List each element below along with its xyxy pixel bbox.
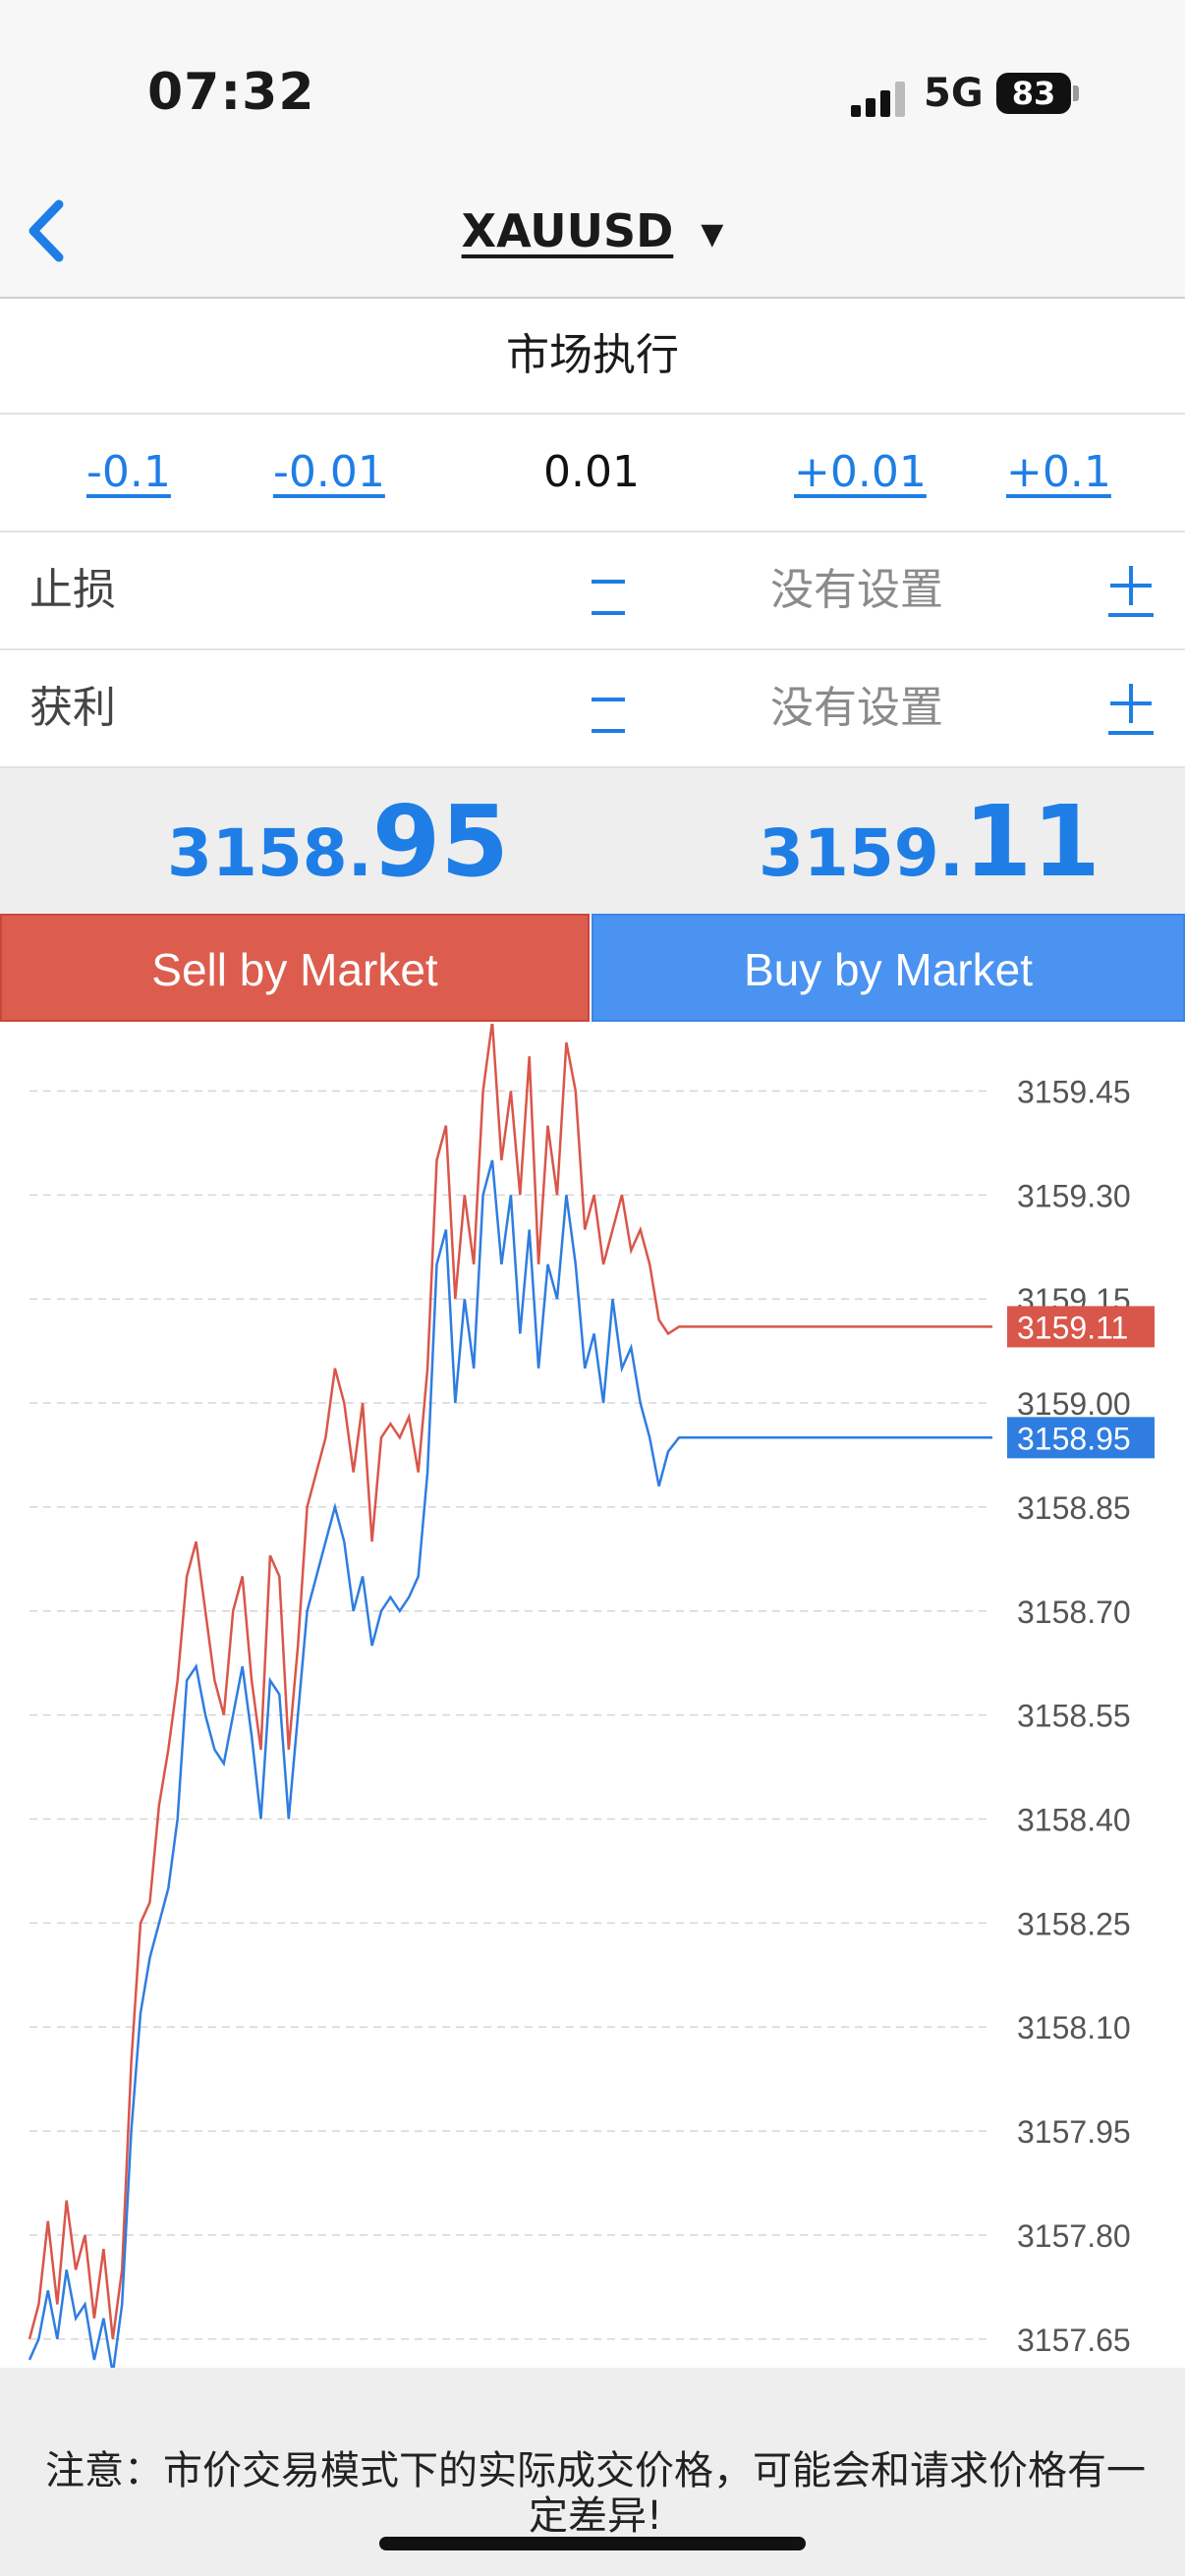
ask-line xyxy=(28,1024,992,2340)
network-label: 5G xyxy=(924,71,984,116)
symbol-selector[interactable]: XAUUSD ▼ xyxy=(0,204,1185,257)
y-tick-label: 3158.55 xyxy=(1017,1699,1131,1734)
y-tick-label: 3157.95 xyxy=(1017,2114,1131,2150)
stop-loss-row: 止损 没有设置 xyxy=(0,532,1185,650)
bid-price-tag-label: 3158.95 xyxy=(1017,1421,1131,1456)
volume-value[interactable]: 0.01 xyxy=(543,415,640,531)
bid-price-prefix: 3158. xyxy=(167,815,372,891)
clock: 07:32 xyxy=(147,63,315,122)
y-tick-label: 3158.10 xyxy=(1017,2010,1131,2045)
tick-chart: 3159.453159.303159.153159.003158.853158.… xyxy=(28,1024,1155,2370)
price-panel: 3158.95 3159.11 xyxy=(0,768,1185,914)
volume-plus-0.01-button[interactable]: +0.01 xyxy=(794,415,927,531)
battery-tip xyxy=(1073,85,1079,101)
stop-loss-label: 止损 xyxy=(29,565,116,615)
ask-price-prefix: 3159. xyxy=(759,815,964,891)
symbol-title: XAUUSD xyxy=(461,204,674,257)
y-tick-label: 3158.40 xyxy=(1017,1803,1131,1838)
bid-line xyxy=(28,1159,992,2370)
status-bar: 07:32 5G 83 xyxy=(0,0,1185,167)
y-tick-label: 3157.65 xyxy=(1017,2323,1131,2358)
volume-plus-0.1-button[interactable]: +0.1 xyxy=(1006,415,1111,531)
volume-minus-0.1-button[interactable]: -0.1 xyxy=(86,415,171,531)
bid-price-suffix: 95 xyxy=(371,784,509,899)
home-indicator xyxy=(379,2537,806,2550)
y-tick-label: 3158.25 xyxy=(1017,1906,1131,1941)
sell-by-market-button[interactable]: Sell by Market xyxy=(0,914,590,1022)
y-tick-label: 3159.45 xyxy=(1017,1074,1131,1109)
ask-price: 3159.11 xyxy=(759,784,1100,899)
y-tick-label: 3158.70 xyxy=(1017,1595,1131,1630)
y-tick-label: 3158.85 xyxy=(1017,1490,1131,1526)
volume-minus-0.01-button[interactable]: -0.01 xyxy=(273,415,385,531)
volume-row: -0.1 -0.01 0.01 +0.01 +0.1 xyxy=(0,415,1185,532)
stop-loss-minus-button[interactable] xyxy=(590,564,627,617)
nav-bar: XAUUSD ▼ xyxy=(0,167,1185,299)
signal-icon xyxy=(851,82,906,117)
battery-icon: 83 xyxy=(996,73,1071,114)
take-profit-value[interactable]: 没有设置 xyxy=(770,650,943,766)
execution-mode[interactable]: 市场执行 xyxy=(0,299,1185,415)
y-tick-label: 3157.80 xyxy=(1017,2218,1131,2254)
stop-loss-value[interactable]: 没有设置 xyxy=(770,532,943,648)
buy-by-market-button[interactable]: Buy by Market xyxy=(592,914,1185,1022)
ask-price-tag-label: 3159.11 xyxy=(1017,1310,1128,1345)
bid-price: 3158.95 xyxy=(167,784,509,899)
dropdown-icon: ▼ xyxy=(701,217,724,252)
take-profit-plus-button[interactable] xyxy=(1104,680,1157,737)
take-profit-row: 获利 没有设置 xyxy=(0,650,1185,768)
y-tick-label: 3159.30 xyxy=(1017,1178,1131,1213)
take-profit-label: 获利 xyxy=(29,683,116,733)
notice-text: 注意：市价交易模式下的实际成交价格，可能会和请求价格有一定差异! xyxy=(45,2448,1146,2539)
take-profit-minus-button[interactable] xyxy=(590,682,627,735)
y-tick-label: 3159.00 xyxy=(1017,1386,1131,1422)
stop-loss-plus-button[interactable] xyxy=(1104,562,1157,619)
ask-price-suffix: 11 xyxy=(963,784,1100,899)
